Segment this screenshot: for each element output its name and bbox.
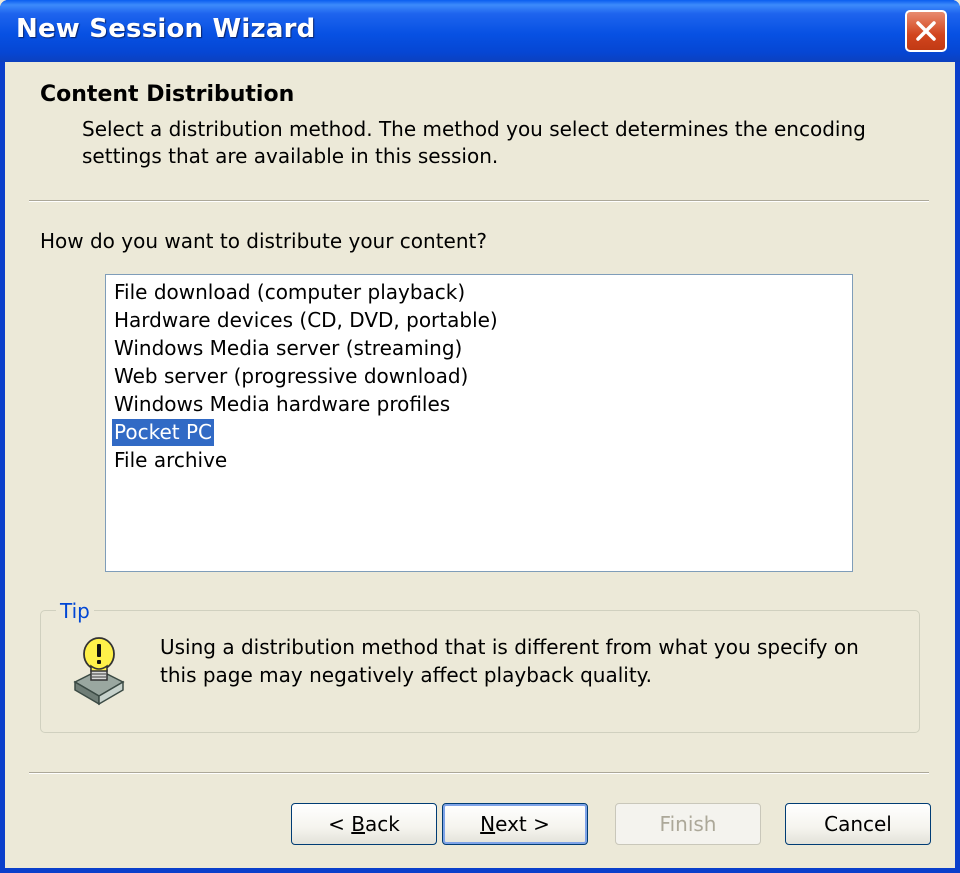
finish-button: Finish: [615, 803, 761, 845]
wizard-window: New Session Wizard Content Distribution …: [0, 0, 960, 873]
back-button[interactable]: < Back: [291, 803, 437, 845]
tip-legend: Tip: [56, 599, 94, 623]
close-button[interactable]: [905, 10, 947, 52]
cancel-button[interactable]: Cancel: [785, 803, 931, 845]
back-prefix: <: [328, 812, 352, 836]
distribution-question: How do you want to distribute your conte…: [40, 229, 487, 253]
dialog-client-area: Content Distribution Select a distributi…: [5, 62, 955, 868]
list-item[interactable]: File archive: [112, 447, 229, 474]
page-title: Content Distribution: [40, 82, 295, 107]
lightbulb-icon: [71, 636, 127, 712]
list-item-selected[interactable]: Pocket PC: [111, 418, 215, 447]
window-title: New Session Wizard: [16, 14, 316, 44]
tip-text: Using a distribution method that is diff…: [160, 635, 859, 687]
next-button[interactable]: Next >: [442, 803, 588, 845]
back-rest: ack: [365, 812, 400, 836]
close-icon: [916, 21, 936, 41]
back-mnemonic: B: [351, 812, 365, 836]
list-item[interactable]: Windows Media server (streaming): [112, 335, 464, 362]
distribution-method-list[interactable]: File download (computer playback) Hardwa…: [105, 274, 853, 572]
list-item[interactable]: Hardware devices (CD, DVD, portable): [112, 307, 500, 334]
list-item[interactable]: File download (computer playback): [112, 279, 467, 306]
next-mnemonic: N: [480, 812, 496, 836]
header-divider: [29, 200, 929, 202]
page-description: Select a distribution method. The method…: [82, 117, 866, 168]
next-rest: ext >: [495, 812, 550, 836]
list-item[interactable]: Windows Media hardware profiles: [112, 391, 452, 418]
footer-divider: [29, 772, 929, 774]
title-bar[interactable]: New Session Wizard: [0, 0, 960, 62]
list-item[interactable]: Web server (progressive download): [112, 363, 470, 390]
